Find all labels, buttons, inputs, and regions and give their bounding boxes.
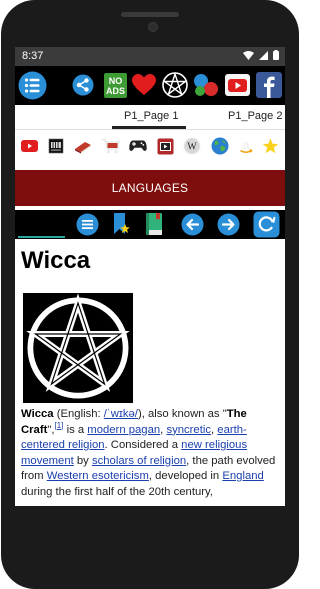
intro-text: (English: <box>53 408 104 420</box>
pentacle-figure <box>23 293 133 403</box>
link-modern-pagan[interactable]: modern pagan <box>87 424 160 436</box>
signal-icon <box>259 50 268 60</box>
refresh-icon <box>253 211 280 238</box>
bookmark-button[interactable] <box>109 212 133 236</box>
link-pronunciation[interactable]: /ˈwɪkə/ <box>104 408 138 420</box>
article-title: Wicca <box>21 247 91 274</box>
book-icon <box>75 141 91 153</box>
status-time: 8:37 <box>22 50 44 62</box>
back-button[interactable] <box>180 212 204 236</box>
tab-page-1[interactable]: P1_Page 1 <box>124 110 178 122</box>
intro-text: by <box>73 454 92 467</box>
youtube-button[interactable] <box>222 70 252 100</box>
amazon-letter: a <box>242 138 250 152</box>
youtube-icon <box>224 74 250 96</box>
battery-icon <box>273 50 279 60</box>
refresh-button[interactable] <box>252 210 281 239</box>
intro-text: during the first half of the 20th centur… <box>21 485 213 498</box>
books-link[interactable] <box>74 137 92 155</box>
video-link[interactable] <box>156 137 174 155</box>
wikipedia-link[interactable]: W <box>183 137 201 155</box>
shopping-link[interactable] <box>102 137 120 155</box>
pentacle-button[interactable] <box>160 70 190 100</box>
book-button[interactable] <box>142 212 166 236</box>
favorite-button[interactable] <box>129 70 159 100</box>
phone-bottom-bezel <box>0 506 300 589</box>
amazon-icon: a <box>240 138 253 153</box>
video-icon <box>157 138 173 154</box>
facebook-button[interactable] <box>254 70 284 100</box>
wikipedia-icon: W <box>183 137 201 155</box>
rate-link[interactable] <box>261 137 279 155</box>
tab-page-2[interactable]: P1_Page 2 <box>228 110 282 122</box>
games-link[interactable] <box>129 137 147 155</box>
menu-button[interactable] <box>17 70 47 100</box>
star-icon <box>262 138 278 154</box>
amazon-link[interactable]: a <box>237 137 255 155</box>
no-ads-button[interactable]: NO ADS <box>100 70 130 100</box>
intro-text: ), also known as " <box>137 408 227 420</box>
heart-icon <box>132 74 156 95</box>
intro-text: , developed in <box>148 470 223 482</box>
cart-icon <box>102 138 120 154</box>
share-icon <box>72 74 94 96</box>
forward-button[interactable] <box>216 212 240 236</box>
facebook-icon <box>256 72 282 98</box>
gamepad-icon <box>129 140 147 151</box>
book-icon <box>146 213 162 235</box>
list-icon <box>76 213 98 235</box>
languages-button[interactable]: LANGUAGES <box>15 170 285 206</box>
phone-frame: 8:37 NO ADS P1_Page 1 P1_Page 2 W a LANG… <box>0 0 300 589</box>
front-camera <box>148 22 158 32</box>
pentacle-icon <box>162 72 188 98</box>
share-button[interactable] <box>68 70 98 100</box>
loading-progress <box>18 236 65 238</box>
article-content: Wicca Wicca (English: /ˈwɪkə/), also kno… <box>15 239 285 506</box>
tabs-divider <box>15 129 285 130</box>
youtube-icon <box>20 140 38 152</box>
apps-button[interactable] <box>191 70 221 100</box>
page-tabs: P1_Page 1 P1_Page 2 <box>15 105 285 129</box>
youtube-link[interactable] <box>20 137 38 155</box>
no-ads-top: NO <box>108 76 122 86</box>
status-bar: 8:37 <box>15 47 285 66</box>
social-links-row: W a <box>15 133 285 161</box>
bookmark-star-icon <box>114 213 130 234</box>
link-syncretic[interactable]: syncretic <box>166 424 211 436</box>
intro-text: . Considered a <box>104 439 182 451</box>
article-navbar <box>15 210 285 239</box>
imdb-icon <box>48 138 64 154</box>
speaker-grille <box>121 12 179 17</box>
bubbles-icon <box>194 74 218 96</box>
globe-link[interactable] <box>211 137 229 155</box>
menu-icon <box>18 71 46 99</box>
status-icons <box>243 50 279 60</box>
wikipedia-letter: W <box>187 142 197 153</box>
intro-text: ", <box>47 423 55 436</box>
app-toolbar: NO ADS <box>15 66 285 105</box>
wifi-icon <box>243 50 254 60</box>
pentacle-image <box>23 293 133 403</box>
list-button[interactable] <box>75 212 99 236</box>
link-western-esotericism[interactable]: Western esotericism <box>47 470 149 482</box>
article-intro: Wicca (English: /ˈwɪkə/), also known as … <box>21 407 281 500</box>
no-ads-icon: NO ADS <box>103 72 127 98</box>
term-wicca: Wicca <box>21 408 54 420</box>
screen: 8:37 NO ADS P1_Page 1 P1_Page 2 W a LANG… <box>15 47 285 506</box>
globe-icon <box>211 137 229 155</box>
imdb-link[interactable] <box>47 137 65 155</box>
link-scholars-of-religion[interactable]: scholars of religion <box>92 455 186 467</box>
languages-label: LANGUAGES <box>111 181 189 195</box>
intro-text: is a <box>63 423 88 436</box>
back-arrow-icon <box>181 213 203 235</box>
link-england[interactable]: England <box>222 470 263 482</box>
no-ads-bottom: ADS <box>105 86 124 96</box>
forward-arrow-icon <box>217 213 239 235</box>
